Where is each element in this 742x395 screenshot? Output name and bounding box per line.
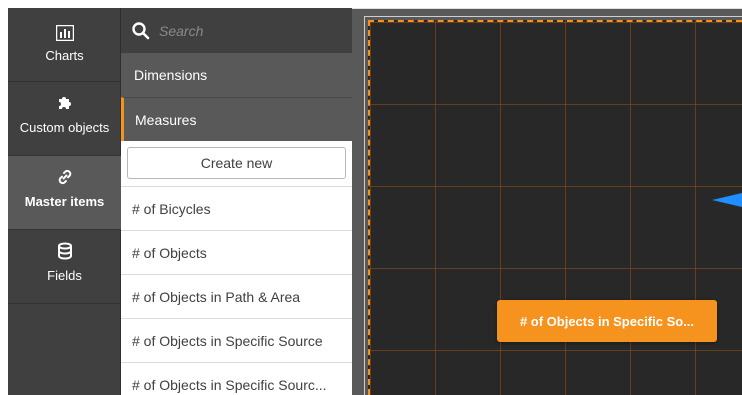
search-icon[interactable] <box>131 21 151 41</box>
list-item[interactable]: # of Objects in Specific Sourc... <box>121 362 352 395</box>
rail-item-label: Charts <box>45 48 84 63</box>
master-items-panel: Dimensions Measures Create new # of Bicy… <box>121 8 352 395</box>
list-item-label: # of Objects in Specific Sourc... <box>132 376 327 393</box>
canvas-divider <box>352 8 742 9</box>
section-label: Measures <box>135 111 197 128</box>
section-measures[interactable]: Measures <box>121 97 352 141</box>
drop-indicator-arrow-icon <box>712 193 742 207</box>
list-item-label: # of Bicycles <box>132 200 211 217</box>
rail-item-custom-objects[interactable]: Custom objects <box>8 82 121 156</box>
link-icon <box>56 168 74 186</box>
section-label: Dimensions <box>134 67 208 83</box>
create-new-button[interactable]: Create new <box>127 147 346 179</box>
rail-item-label: Custom objects <box>19 120 110 135</box>
list-item[interactable]: # of Objects in Path & Area <box>121 274 352 318</box>
measures-list: # of Bicycles # of Objects # of Objects … <box>121 186 352 395</box>
section-dimensions[interactable]: Dimensions <box>121 53 352 97</box>
rail-item-label: Master items <box>24 194 105 209</box>
dragged-measure-chip[interactable]: # of Objects in Specific So... <box>497 300 717 342</box>
list-item-label: # of Objects <box>132 244 207 261</box>
list-item[interactable]: # of Bicycles <box>121 186 352 230</box>
database-icon <box>57 242 73 260</box>
rail-item-master-items[interactable]: Master items <box>8 156 121 230</box>
bar-chart-icon <box>55 24 74 42</box>
search-input[interactable] <box>159 18 339 43</box>
rail-item-fields[interactable]: Fields <box>8 230 121 304</box>
puzzle-icon <box>57 94 73 112</box>
list-item[interactable]: # of Objects in Specific Source <box>121 318 352 362</box>
list-item[interactable]: # of Objects <box>121 230 352 274</box>
rail-item-charts[interactable]: Charts <box>8 8 121 82</box>
drag-chip-label: # of Objects in Specific So... <box>519 313 695 329</box>
rail-item-label: Fields <box>47 268 82 283</box>
assets-rail: Charts Custom objects Master items Field… <box>8 8 121 395</box>
list-item-label: # of Objects in Path & Area <box>132 288 301 305</box>
search-bar <box>121 8 352 53</box>
list-item-label: # of Objects in Specific Source <box>132 332 323 349</box>
